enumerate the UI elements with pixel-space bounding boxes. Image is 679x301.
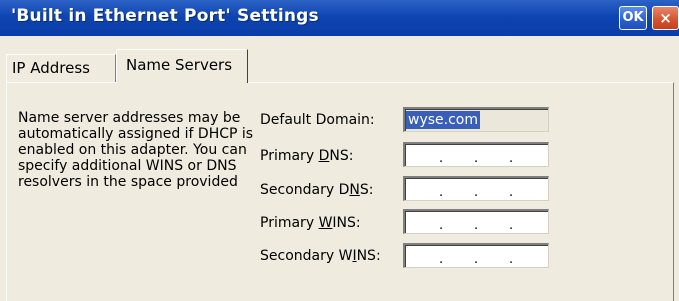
title-bar: 'Built in Ethernet Port' Settings OK ×: [0, 0, 679, 36]
secondary-wins-input[interactable]: . . .: [403, 243, 549, 268]
primary-dns-input[interactable]: . . .: [403, 142, 549, 167]
primary-dns-label: Primary DNS:: [260, 148, 354, 164]
secondary-wins-dots: . . .: [439, 252, 514, 267]
description-text: Name server addresses may be automatical…: [18, 110, 254, 190]
secondary-dns-input[interactable]: . . .: [403, 176, 549, 201]
settings-window: 'Built in Ethernet Port' Settings OK × I…: [0, 0, 679, 301]
secondary-dns-label: Secondary DNS:: [260, 182, 374, 198]
secondary-wins-label: Secondary WINS:: [260, 248, 381, 264]
close-button[interactable]: ×: [652, 6, 679, 30]
ok-button[interactable]: OK: [619, 6, 647, 30]
primary-dns-dots: . . .: [439, 151, 514, 166]
tab-ip-address[interactable]: IP Address: [6, 54, 116, 82]
primary-wins-label: Primary WINS:: [260, 215, 361, 231]
default-domain-value: wyse.com: [406, 111, 480, 129]
tab-strip: IP Address Name Servers: [0, 36, 679, 83]
tab-name-servers[interactable]: Name Servers: [116, 49, 248, 83]
window-title: 'Built in Ethernet Port' Settings: [11, 6, 319, 26]
secondary-dns-dots: . . .: [439, 185, 514, 200]
tab-name-servers-label: Name Servers: [126, 56, 233, 74]
default-domain-label: Default Domain:: [260, 112, 375, 128]
tab-ip-address-label: IP Address: [12, 59, 90, 77]
default-domain-input[interactable]: wyse.com: [403, 107, 549, 132]
primary-wins-input[interactable]: . . .: [403, 209, 549, 234]
primary-wins-dots: . . .: [439, 218, 514, 233]
